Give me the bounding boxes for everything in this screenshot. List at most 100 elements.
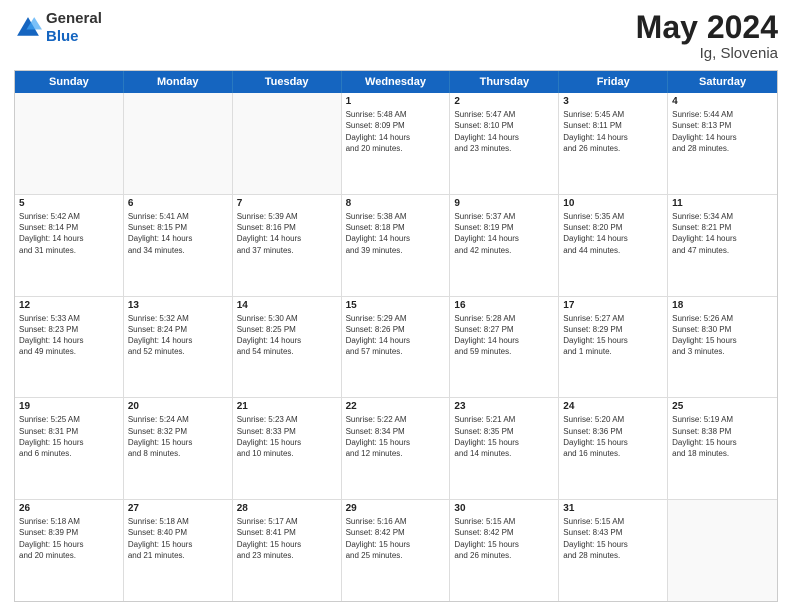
calendar-location: Ig, Slovenia [636, 45, 778, 62]
table-row: 8Sunrise: 5:38 AM Sunset: 8:18 PM Daylig… [342, 195, 451, 296]
day-number: 17 [563, 300, 663, 311]
table-row: 19 Sunrise: 5:25 AM Sunset: 8:31 PM Dayli… [15, 398, 124, 499]
table-row: 15 Sunrise: 5:29 AM Sunset: 8:26 PM Dayli… [342, 297, 451, 398]
cell-info: Sunrise: 5:29 AM Sunset: 8:26 PM Dayligh… [346, 313, 446, 358]
header-cell-wednesday: Wednesday [342, 71, 451, 93]
cell-info: Sunrise: 5:26 AM Sunset: 8:30 PM Dayligh… [672, 313, 773, 358]
cell-info: Sunrise: 5:18 AM Sunset: 8:39 PM Dayligh… [19, 516, 119, 561]
table-row: 23 Sunrise: 5:21 AM Sunset: 8:35 PM Dayli… [450, 398, 559, 499]
table-row: 22Sunrise: 5:22 AM Sunset: 8:34 PM Dayli… [342, 398, 451, 499]
cell-info: Sunrise: 5:15 AM Sunset: 8:42 PM Dayligh… [454, 516, 554, 561]
table-row: 17Sunrise: 5:27 AM Sunset: 8:29 PM Dayli… [559, 297, 668, 398]
day-number: 27 [128, 503, 228, 514]
day-number: 30 [454, 503, 554, 514]
table-row: 31 Sunrise: 5:15 AM Sunset: 8:43 PM Dayli… [559, 500, 668, 601]
cell-info: Sunrise: 5:16 AM Sunset: 8:42 PM Dayligh… [346, 516, 446, 561]
day-number: 19 [19, 401, 119, 412]
table-row: 20Sunrise: 5:24 AM Sunset: 8:32 PM Dayli… [124, 398, 233, 499]
day-number: 5 [19, 198, 119, 209]
day-number: 9 [454, 198, 554, 209]
day-number: 24 [563, 401, 663, 412]
cell-info: Sunrise: 5:45 AM Sunset: 8:11 PM Dayligh… [563, 109, 663, 154]
table-row: 2 Sunrise: 5:47 AM Sunset: 8:10 PM Daylig… [450, 93, 559, 194]
day-number: 31 [563, 503, 663, 514]
calendar-row-3: 19 Sunrise: 5:25 AM Sunset: 8:31 PM Dayli… [15, 398, 777, 500]
logo-text: General Blue [46, 10, 102, 46]
cell-info: Sunrise: 5:39 AM Sunset: 8:16 PM Dayligh… [237, 211, 337, 256]
calendar-body: 1 Sunrise: 5:48 AM Sunset: 8:09 PM Daylig… [15, 93, 777, 601]
table-row [668, 500, 777, 601]
header-cell-friday: Friday [559, 71, 668, 93]
cell-info: Sunrise: 5:25 AM Sunset: 8:31 PM Dayligh… [19, 414, 119, 459]
header: General Blue May 2024 Ig, Slovenia [14, 10, 778, 62]
table-row: 25Sunrise: 5:19 AM Sunset: 8:38 PM Dayli… [668, 398, 777, 499]
table-row: 10Sunrise: 5:35 AM Sunset: 8:20 PM Dayli… [559, 195, 668, 296]
day-number: 12 [19, 300, 119, 311]
cell-info: Sunrise: 5:48 AM Sunset: 8:09 PM Dayligh… [346, 109, 446, 154]
cell-info: Sunrise: 5:32 AM Sunset: 8:24 PM Dayligh… [128, 313, 228, 358]
day-number: 3 [563, 96, 663, 107]
calendar-header-row: SundayMondayTuesdayWednesdayThursdayFrid… [15, 71, 777, 93]
logo-general: General [46, 10, 102, 28]
table-row: 24 Sunrise: 5:20 AM Sunset: 8:36 PM Dayli… [559, 398, 668, 499]
day-number: 26 [19, 503, 119, 514]
table-row: 14 Sunrise: 5:30 AM Sunset: 8:25 PM Dayli… [233, 297, 342, 398]
cell-info: Sunrise: 5:20 AM Sunset: 8:36 PM Dayligh… [563, 414, 663, 459]
table-row: 18 Sunrise: 5:26 AM Sunset: 8:30 PM Dayli… [668, 297, 777, 398]
table-row [124, 93, 233, 194]
header-cell-saturday: Saturday [668, 71, 777, 93]
table-row: 16 Sunrise: 5:28 AM Sunset: 8:27 PM Dayli… [450, 297, 559, 398]
cell-info: Sunrise: 5:18 AM Sunset: 8:40 PM Dayligh… [128, 516, 228, 561]
day-number: 1 [346, 96, 446, 107]
day-number: 25 [672, 401, 773, 412]
cell-info: Sunrise: 5:21 AM Sunset: 8:35 PM Dayligh… [454, 414, 554, 459]
day-number: 15 [346, 300, 446, 311]
table-row: 12 Sunrise: 5:33 AM Sunset: 8:23 PM Dayli… [15, 297, 124, 398]
day-number: 11 [672, 198, 773, 209]
cell-info: Sunrise: 5:28 AM Sunset: 8:27 PM Dayligh… [454, 313, 554, 358]
table-row [233, 93, 342, 194]
day-number: 23 [454, 401, 554, 412]
day-number: 8 [346, 198, 446, 209]
day-number: 21 [237, 401, 337, 412]
cell-info: Sunrise: 5:23 AM Sunset: 8:33 PM Dayligh… [237, 414, 337, 459]
cell-info: Sunrise: 5:42 AM Sunset: 8:14 PM Dayligh… [19, 211, 119, 256]
day-number: 13 [128, 300, 228, 311]
table-row [15, 93, 124, 194]
table-row: 26 Sunrise: 5:18 AM Sunset: 8:39 PM Dayli… [15, 500, 124, 601]
cell-info: Sunrise: 5:15 AM Sunset: 8:43 PM Dayligh… [563, 516, 663, 561]
header-cell-sunday: Sunday [15, 71, 124, 93]
cell-info: Sunrise: 5:35 AM Sunset: 8:20 PM Dayligh… [563, 211, 663, 256]
table-row: 4Sunrise: 5:44 AM Sunset: 8:13 PM Daylig… [668, 93, 777, 194]
day-number: 18 [672, 300, 773, 311]
table-row: 6 Sunrise: 5:41 AM Sunset: 8:15 PM Daylig… [124, 195, 233, 296]
day-number: 4 [672, 96, 773, 107]
table-row: 1 Sunrise: 5:48 AM Sunset: 8:09 PM Daylig… [342, 93, 451, 194]
header-cell-thursday: Thursday [450, 71, 559, 93]
cell-info: Sunrise: 5:34 AM Sunset: 8:21 PM Dayligh… [672, 211, 773, 256]
day-number: 20 [128, 401, 228, 412]
cell-info: Sunrise: 5:30 AM Sunset: 8:25 PM Dayligh… [237, 313, 337, 358]
table-row: 21 Sunrise: 5:23 AM Sunset: 8:33 PM Dayli… [233, 398, 342, 499]
day-number: 2 [454, 96, 554, 107]
cell-info: Sunrise: 5:41 AM Sunset: 8:15 PM Dayligh… [128, 211, 228, 256]
day-number: 28 [237, 503, 337, 514]
table-row: 11 Sunrise: 5:34 AM Sunset: 8:21 PM Dayli… [668, 195, 777, 296]
cell-info: Sunrise: 5:33 AM Sunset: 8:23 PM Dayligh… [19, 313, 119, 358]
title-block: May 2024 Ig, Slovenia [636, 10, 778, 62]
cell-info: Sunrise: 5:22 AM Sunset: 8:34 PM Dayligh… [346, 414, 446, 459]
calendar-row-0: 1 Sunrise: 5:48 AM Sunset: 8:09 PM Daylig… [15, 93, 777, 195]
table-row: 5 Sunrise: 5:42 AM Sunset: 8:14 PM Daylig… [15, 195, 124, 296]
cell-info: Sunrise: 5:17 AM Sunset: 8:41 PM Dayligh… [237, 516, 337, 561]
table-row: 9Sunrise: 5:37 AM Sunset: 8:19 PM Daylig… [450, 195, 559, 296]
day-number: 6 [128, 198, 228, 209]
day-number: 14 [237, 300, 337, 311]
table-row: 3 Sunrise: 5:45 AM Sunset: 8:11 PM Daylig… [559, 93, 668, 194]
cell-info: Sunrise: 5:47 AM Sunset: 8:10 PM Dayligh… [454, 109, 554, 154]
day-number: 16 [454, 300, 554, 311]
header-cell-monday: Monday [124, 71, 233, 93]
calendar-row-1: 5 Sunrise: 5:42 AM Sunset: 8:14 PM Daylig… [15, 195, 777, 297]
table-row: 28 Sunrise: 5:17 AM Sunset: 8:41 PM Dayli… [233, 500, 342, 601]
day-number: 7 [237, 198, 337, 209]
table-row: 7 Sunrise: 5:39 AM Sunset: 8:16 PM Daylig… [233, 195, 342, 296]
